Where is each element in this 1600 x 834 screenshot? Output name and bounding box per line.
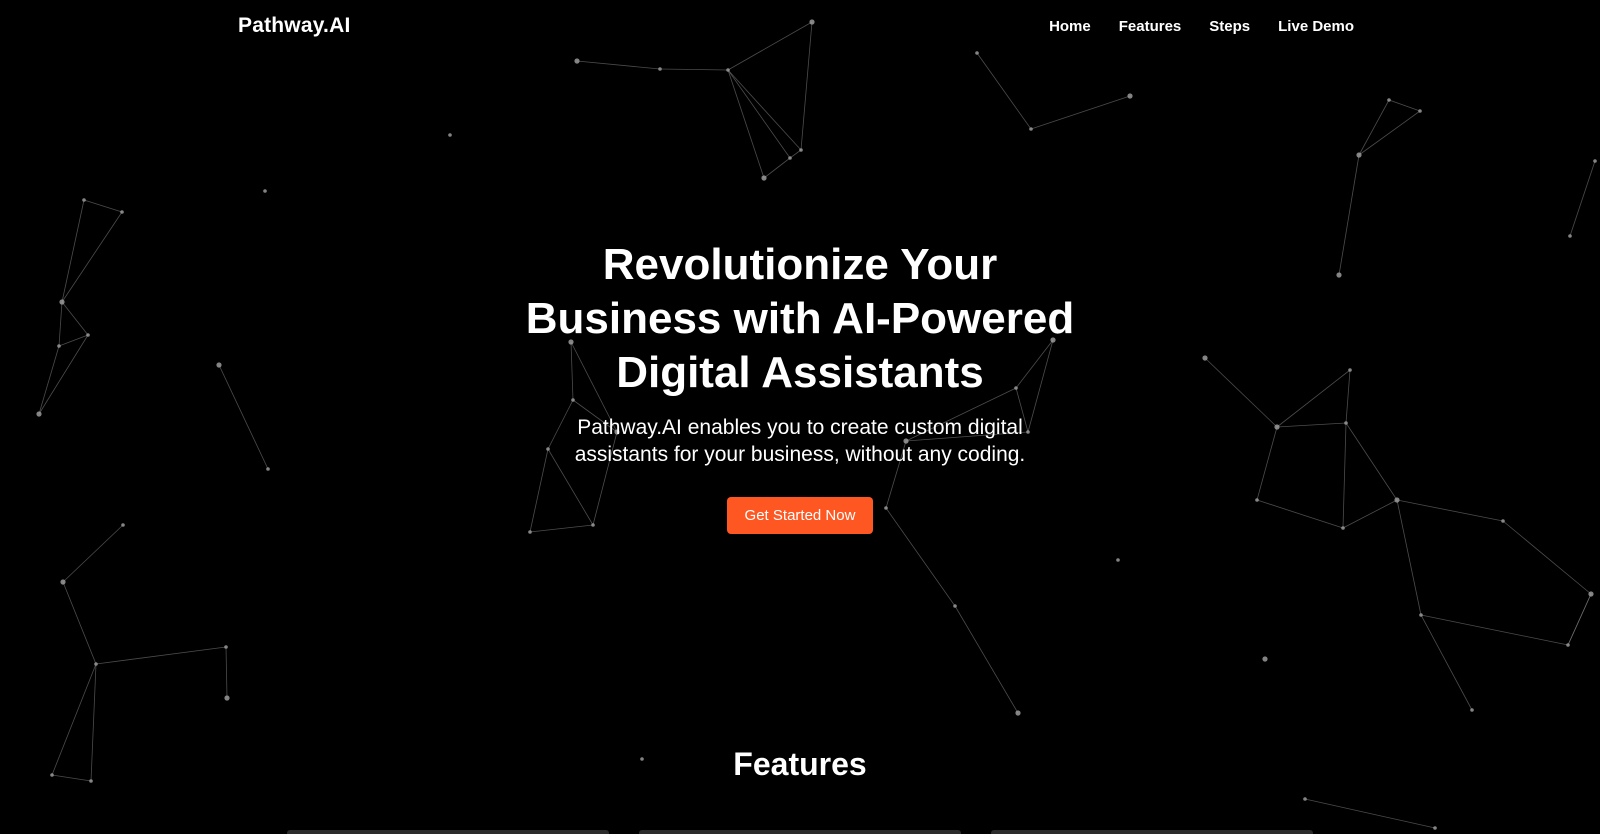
feature-cards-row (0, 830, 1600, 834)
nav-live-demo[interactable]: Live Demo (1278, 18, 1354, 35)
network-line (83, 199, 123, 213)
features-heading: Features (733, 746, 867, 782)
network-node (60, 579, 66, 585)
network-line (1304, 798, 1436, 829)
main-nav: Home Features Steps Live Demo (1049, 18, 1354, 35)
network-node (761, 175, 767, 181)
network-node (1262, 656, 1268, 662)
network-line (1358, 99, 1390, 156)
feature-card (287, 830, 609, 834)
network-node (224, 645, 228, 649)
network-line (1358, 110, 1421, 156)
network-node (1593, 159, 1597, 163)
network-node (1418, 109, 1422, 113)
network-node (1470, 708, 1474, 712)
network-node (120, 210, 124, 214)
network-line (659, 68, 729, 71)
network-node (1029, 127, 1033, 131)
network-line (727, 69, 765, 179)
network-node (1303, 797, 1307, 801)
network-node (448, 133, 452, 137)
network-node (1015, 710, 1021, 716)
hero-title: Revolutionize Your Business with AI-Powe… (525, 240, 1075, 397)
network-node (574, 58, 580, 64)
network-node (953, 604, 957, 608)
network-line (727, 69, 802, 151)
feature-card (639, 830, 961, 834)
network-line (763, 157, 791, 179)
network-line (576, 60, 661, 70)
brand-logo[interactable]: Pathway.AI (238, 14, 350, 38)
site-header: Pathway.AI Home Features Steps Live Demo (0, 0, 1600, 56)
network-line (95, 646, 227, 665)
network-node (82, 198, 86, 202)
feature-card (991, 830, 1313, 834)
network-node (224, 695, 230, 701)
network-node (726, 68, 730, 72)
network-node (1588, 591, 1594, 597)
network-line (976, 52, 1032, 130)
network-node (263, 189, 267, 193)
network-node (1387, 98, 1391, 102)
get-started-button[interactable]: Get Started Now (726, 497, 874, 534)
network-line (62, 581, 97, 665)
network-line (1420, 614, 1569, 646)
network-line (1569, 160, 1596, 237)
network-node (658, 67, 662, 71)
network-line (1388, 99, 1421, 112)
network-node (1127, 93, 1133, 99)
network-line (727, 69, 791, 159)
landing-page: Pathway.AI Home Features Steps Live Demo… (0, 0, 1600, 834)
network-line (1420, 614, 1473, 711)
network-node (1116, 558, 1120, 562)
network-line (225, 646, 228, 699)
nav-home[interactable]: Home (1049, 18, 1091, 35)
network-line (789, 149, 802, 159)
network-node (1419, 613, 1423, 617)
hero-subtitle: Pathway.AI enables you to create custom … (574, 416, 1026, 466)
network-line (954, 605, 1019, 714)
network-node (1566, 643, 1570, 647)
nav-features[interactable]: Features (1119, 18, 1182, 35)
network-node (799, 148, 803, 152)
network-line (1567, 593, 1592, 646)
network-node (1356, 152, 1362, 158)
network-line (1030, 95, 1131, 130)
network-node (788, 156, 792, 160)
nav-steps[interactable]: Steps (1209, 18, 1250, 35)
hero-section: Revolutionize Your Business with AI-Powe… (0, 238, 1600, 534)
network-node (94, 662, 98, 666)
